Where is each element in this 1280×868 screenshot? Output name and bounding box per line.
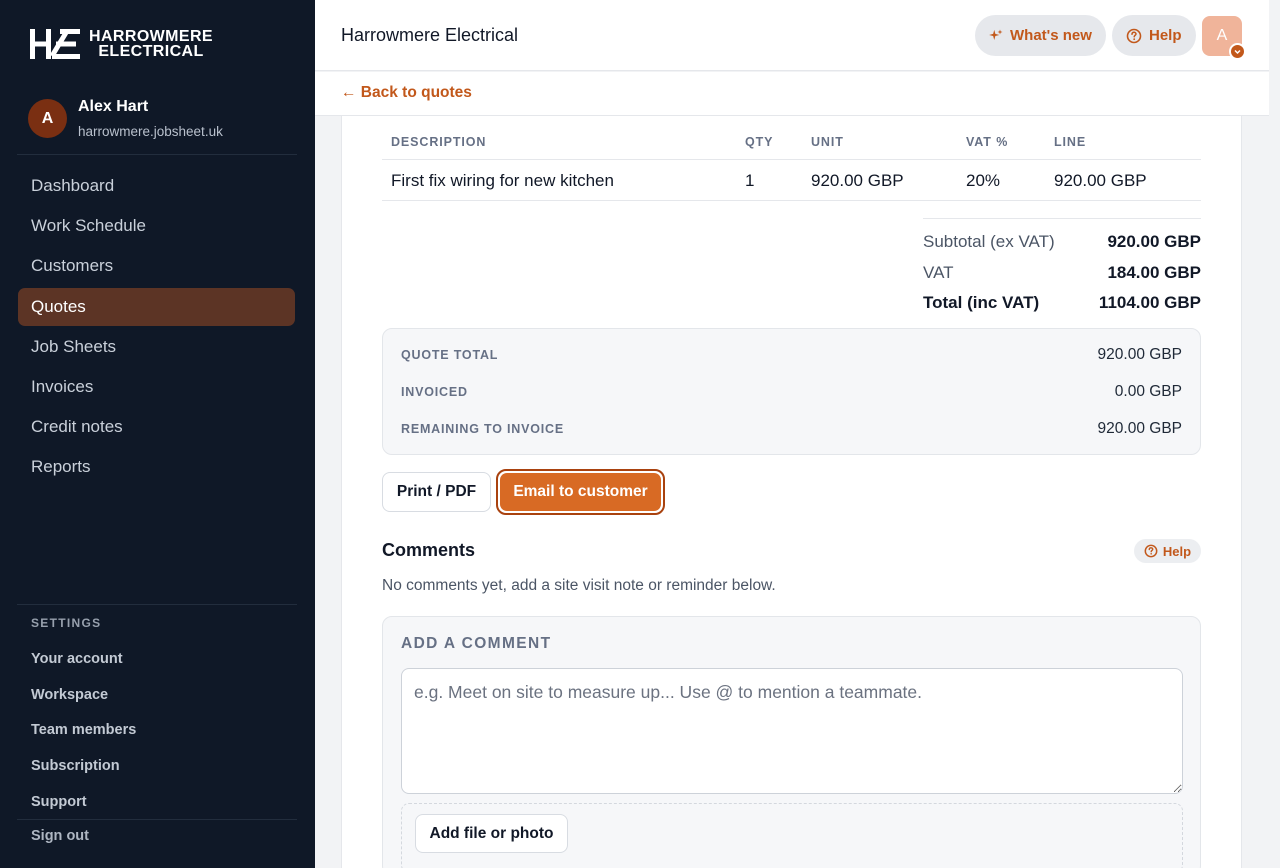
line-items-table: DESCRIPTION QTY UNIT VAT % LINE First fi… [382,126,1201,201]
remaining-row: REMAINING TO INVOICE 920.00 GBP [401,420,1182,442]
help-label: Help [1149,27,1182,44]
add-comment-heading: ADD A COMMENT [401,635,552,652]
nav-item-credit-notes[interactable]: Credit notes [18,408,295,446]
sidebar-divider [17,604,297,605]
settings-heading: SETTINGS [31,616,102,630]
brand-logo[interactable]: HARROWMERE ELECTRICAL [30,28,213,60]
attachment-dropzone[interactable]: Add file or photo [401,803,1183,868]
chevron-down-icon [1229,43,1246,60]
column-header-unit: UNIT [811,135,844,149]
column-header-qty: QTY [745,135,774,149]
invoiced-value: 0.00 GBP [1114,383,1182,400]
nav-item-quotes[interactable]: Quotes [18,287,295,326]
totals-block: Subtotal (ex VAT) 920.00 GBP VAT 184.00 … [923,218,1201,312]
vat-row: VAT 184.00 GBP [923,250,1201,282]
email-to-customer-button[interactable]: Email to customer [496,469,665,515]
question-circle-icon [1126,28,1142,43]
user-meta: Alex Hart harrowmere.jobsheet.uk [78,98,223,139]
settings-menu: Your account Workspace Team members Subs… [31,641,136,820]
top-bar: Harrowmere Electrical What's new Help A [315,0,1269,71]
logo-line-2: ELECTRICAL [98,43,204,60]
whats-new-button[interactable]: What's new [975,15,1106,56]
comments-heading: Comments [382,540,476,560]
question-circle-icon [1144,544,1158,558]
table-row: First fix wiring for new kitchen 1 920.0… [382,160,1201,201]
column-header-vat: VAT % [966,135,1009,149]
sparkle-icon [989,29,1003,40]
comments-help-label: Help [1162,543,1192,559]
sidebar-divider [17,819,297,820]
invoice-summary-panel: QUOTE TOTAL 920.00 GBP INVOICED 0.00 GBP… [382,328,1201,455]
settings-item-your-account[interactable]: Your account [31,641,136,677]
harrowmere-logo-icon [30,29,80,59]
subtotal-row: Subtotal (ex VAT) 920.00 GBP [923,219,1201,251]
nav-item-invoices[interactable]: Invoices [18,368,295,406]
settings-item-support[interactable]: Support [31,784,136,820]
column-header-line: LINE [1054,135,1087,149]
back-to-quotes-link[interactable]: ← Back to quotes [341,84,472,102]
sub-navigation: ← Back to quotes [315,72,1269,116]
sidebar-divider [17,154,297,155]
sidebar: HARROWMERE ELECTRICAL A Alex Hart harrow… [0,0,315,868]
add-file-button[interactable]: Add file or photo [415,814,568,853]
whats-new-label: What's new [1010,27,1092,44]
quote-total-value: 920.00 GBP [1097,346,1182,363]
cell-unit: 920.00 GBP [811,171,904,190]
settings-item-team-members[interactable]: Team members [31,713,136,749]
nav-item-job-sheets[interactable]: Job Sheets [18,328,295,366]
user-domain: harrowmere.jobsheet.uk [78,124,223,139]
cell-line: 920.00 GBP [1054,171,1147,190]
nav-item-work-schedule[interactable]: Work Schedule [18,207,295,245]
remaining-label: REMAINING TO INVOICE [401,422,565,436]
cell-description: First fix wiring for new kitchen [391,171,614,190]
logo-wordmark: HARROWMERE ELECTRICAL [89,28,213,60]
comments-help-button[interactable]: Help [1134,539,1201,563]
cell-qty: 1 [745,171,755,190]
total-value: 1104.00 GBP [1098,293,1201,312]
help-button[interactable]: Help [1112,15,1196,56]
print-pdf-button[interactable]: Print / PDF [382,472,491,512]
user-name: Alex Hart [78,98,149,115]
main-nav: Dashboard Work Schedule Customers Quotes… [18,167,295,489]
total-row: Total (inc VAT) 1104.00 GBP [923,280,1201,312]
nav-item-customers[interactable]: Customers [18,247,295,285]
remaining-value: 920.00 GBP [1097,420,1182,437]
total-label: Total (inc VAT) [923,293,1040,312]
quote-total-row: QUOTE TOTAL 920.00 GBP [401,346,1182,368]
settings-item-workspace[interactable]: Workspace [31,677,136,713]
settings-item-subscription[interactable]: Subscription [31,748,136,784]
invoiced-row: INVOICED 0.00 GBP [401,383,1182,405]
avatar: A [28,99,67,138]
quote-total-label: QUOTE TOTAL [401,348,499,362]
comment-textarea[interactable] [401,668,1183,794]
nav-item-dashboard[interactable]: Dashboard [18,167,295,205]
empty-comments-text: No comments yet, add a site visit note o… [382,577,776,594]
user-profile[interactable]: A Alex Hart harrowmere.jobsheet.uk [28,98,298,139]
email-to-customer-label: Email to customer [500,473,661,511]
add-comment-panel: ADD A COMMENT Add file or photo [382,616,1201,868]
cell-vat: 20% [966,171,1001,190]
account-avatar-initial: A [1216,27,1228,44]
logo-line-1: HARROWMERE [89,28,213,45]
nav-item-reports[interactable]: Reports [18,448,295,486]
column-header-description: DESCRIPTION [391,135,487,149]
sign-out-link[interactable]: Sign out [31,828,89,844]
table-header-row: DESCRIPTION QTY UNIT VAT % LINE [382,126,1201,160]
account-menu-avatar[interactable]: A [1202,16,1246,60]
page-title: Harrowmere Electrical [341,25,519,45]
invoiced-label: INVOICED [401,385,468,399]
